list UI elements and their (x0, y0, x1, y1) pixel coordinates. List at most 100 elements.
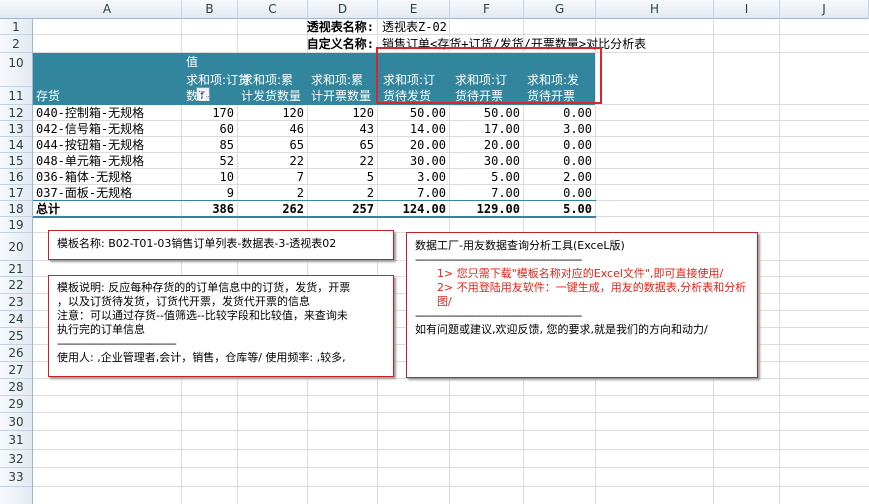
row-value-2: 46 (289, 122, 304, 136)
pivot-col-header-3-line1: 求和项:累 (311, 73, 364, 87)
row-value-1: 170 (212, 106, 234, 120)
row-value-5: 17.00 (483, 122, 520, 136)
total-value-3: 257 (352, 202, 374, 216)
row-value-2: 7 (296, 170, 304, 184)
row-header-22[interactable]: 22 (0, 277, 32, 294)
row-header-25[interactable]: 25 (0, 328, 32, 345)
desc-divider: ---------------------------------------- (57, 337, 177, 350)
row-item-name: 037-面板-无规格 (36, 186, 133, 200)
row-header-18[interactable]: 18 (0, 201, 32, 217)
row-header-27[interactable]: 27 (0, 362, 32, 379)
row-header-17[interactable]: 17 (0, 185, 32, 201)
row-header-21[interactable]: 21 (0, 261, 32, 277)
row-value-3: 120 (352, 106, 374, 120)
row-header-23[interactable]: 23 (0, 294, 32, 311)
row-header-29[interactable]: 29 (0, 396, 32, 413)
total-label: 总计 (36, 202, 61, 216)
column-header-i[interactable]: I (714, 0, 780, 19)
row-field-label: 存货 (36, 89, 61, 103)
row-header-30[interactable]: 30 (0, 413, 32, 431)
tool-divider-2: ----------------------------------------… (415, 309, 582, 322)
row-value-2: 120 (282, 106, 304, 120)
pivot-name-label: 透视表名称: (306, 20, 374, 34)
row-header-13[interactable]: 13 (0, 121, 32, 137)
tool-footer: 如有问题或建议,欢迎反馈, 您的要求,就是我们的方向和动力/ (415, 323, 708, 336)
row-value-4: 14.00 (409, 122, 446, 136)
row-header-2[interactable]: 2 (0, 35, 32, 53)
tool-point-2: 2> 不用登陆用友软件：一键生成，用友的数据表,分析表和分析图/ (437, 281, 747, 308)
row-header-26[interactable]: 26 (0, 345, 32, 362)
row-header-11[interactable]: 11 (0, 87, 32, 105)
row-value-1: 85 (219, 138, 234, 152)
row-header-12[interactable]: 12 (0, 105, 32, 121)
desc-line-users: 使用人: ,企业管理者,会计，销售，仓库等/ 使用频率: ,较多, (57, 351, 346, 364)
column-header-g[interactable]: G (524, 0, 596, 19)
total-value-6: 5.00 (563, 202, 592, 216)
row-value-1: 10 (219, 170, 234, 184)
desc-line-2: ，以及订货待发货，订货代开票，发货代开票的信息 (57, 295, 310, 308)
column-header-e[interactable]: E (378, 0, 450, 19)
tool-info-note: 数据工厂-用友数据查询分析工具(ExceL版) ----------------… (406, 232, 758, 378)
row-value-4: 30.00 (409, 154, 446, 168)
total-value-1: 386 (212, 202, 234, 216)
row-value-4: 50.00 (409, 106, 446, 120)
row-value-5: 5.00 (491, 170, 520, 184)
row-header-28[interactable]: 28 (0, 379, 32, 396)
column-header-h[interactable]: H (596, 0, 714, 19)
row-header-24[interactable]: 24 (0, 311, 32, 328)
column-header-c[interactable]: C (238, 0, 308, 19)
row-value-3: 43 (359, 122, 374, 136)
column-header-f[interactable]: F (450, 0, 524, 19)
pivot-col-header-1-line2: 数量 (186, 89, 211, 103)
tool-divider-1: ----------------------------------------… (415, 253, 582, 266)
row-value-5: 20.00 (483, 138, 520, 152)
pivot-name-value: 透视表Z-02 (382, 20, 447, 34)
custom-name-label: 自定义名称: (306, 37, 374, 51)
row-item-name: 048-单元箱-无规格 (36, 154, 145, 168)
row-header-19[interactable]: 19 (0, 217, 32, 233)
template-name-text: 模板名称: B02-T01-03销售订单列表-数据表-3-透视表02 (57, 237, 337, 250)
row-value-1: 9 (226, 186, 234, 200)
row-value-1: 60 (219, 122, 234, 136)
row-value-1: 52 (219, 154, 234, 168)
row-header-14[interactable]: 14 (0, 137, 32, 153)
values-field-label: 值 (186, 55, 199, 69)
row-item-name: 040-控制箱-无规格 (36, 106, 145, 120)
pivot-col-header-2-line1: 求和项:累 (241, 73, 294, 87)
row-value-6: 0.00 (563, 138, 592, 152)
tool-point-1: 1> 您只需下载"模板名称对应的Excel文件",即可直接使用/ (437, 267, 724, 280)
row-value-3: 5 (366, 170, 374, 184)
column-header-bar: A B C D E F G H I J (0, 0, 869, 19)
desc-line-1: 模板说明: 反应每种存货的的订单信息中的订货，发货，开票 (57, 281, 351, 294)
row-header-20[interactable]: 20 (0, 233, 32, 261)
column-header-b[interactable]: B (182, 0, 238, 19)
row-header-33[interactable]: 33 (0, 468, 32, 487)
pivot-col-header-3-line2: 计开票数量 (311, 89, 372, 103)
row-value-2: 65 (289, 138, 304, 152)
row-value-5: 7.00 (491, 186, 520, 200)
pivot-col-header-2-line2: 计发货数量 (241, 89, 302, 103)
row-header-10[interactable]: 10 (0, 53, 32, 87)
tool-title: 数据工厂-用友数据查询分析工具(ExceL版) (415, 239, 625, 252)
row-value-6: 3.00 (563, 122, 592, 136)
row-value-5: 30.00 (483, 154, 520, 168)
row-header-1[interactable]: 1 (0, 19, 32, 35)
column-header-a[interactable]: A (33, 0, 182, 19)
row-header-32[interactable]: 32 (0, 450, 32, 468)
row-header-15[interactable]: 15 (0, 153, 32, 169)
row-value-3: 22 (359, 154, 374, 168)
row-header-16[interactable]: 16 (0, 169, 32, 185)
row-value-4: 20.00 (409, 138, 446, 152)
row-value-3: 65 (359, 138, 374, 152)
row-header-31[interactable]: 31 (0, 431, 32, 450)
template-description-note: 模板说明: 反应每种存货的的订单信息中的订货，发货，开票 ，以及订货待发货，订货… (48, 275, 394, 377)
column-header-d[interactable]: D (308, 0, 378, 19)
row-header-bar: 1 2 10 11 12 13 14 15 16 17 18 19 20 21 … (0, 19, 33, 504)
highlight-box (376, 47, 602, 104)
row-value-6: 0.00 (563, 106, 592, 120)
total-value-5: 129.00 (476, 202, 520, 216)
row-value-5: 50.00 (483, 106, 520, 120)
desc-line-4: 执行完的订单信息 (57, 323, 145, 336)
column-header-j[interactable]: J (780, 0, 869, 19)
total-value-2: 262 (282, 202, 304, 216)
